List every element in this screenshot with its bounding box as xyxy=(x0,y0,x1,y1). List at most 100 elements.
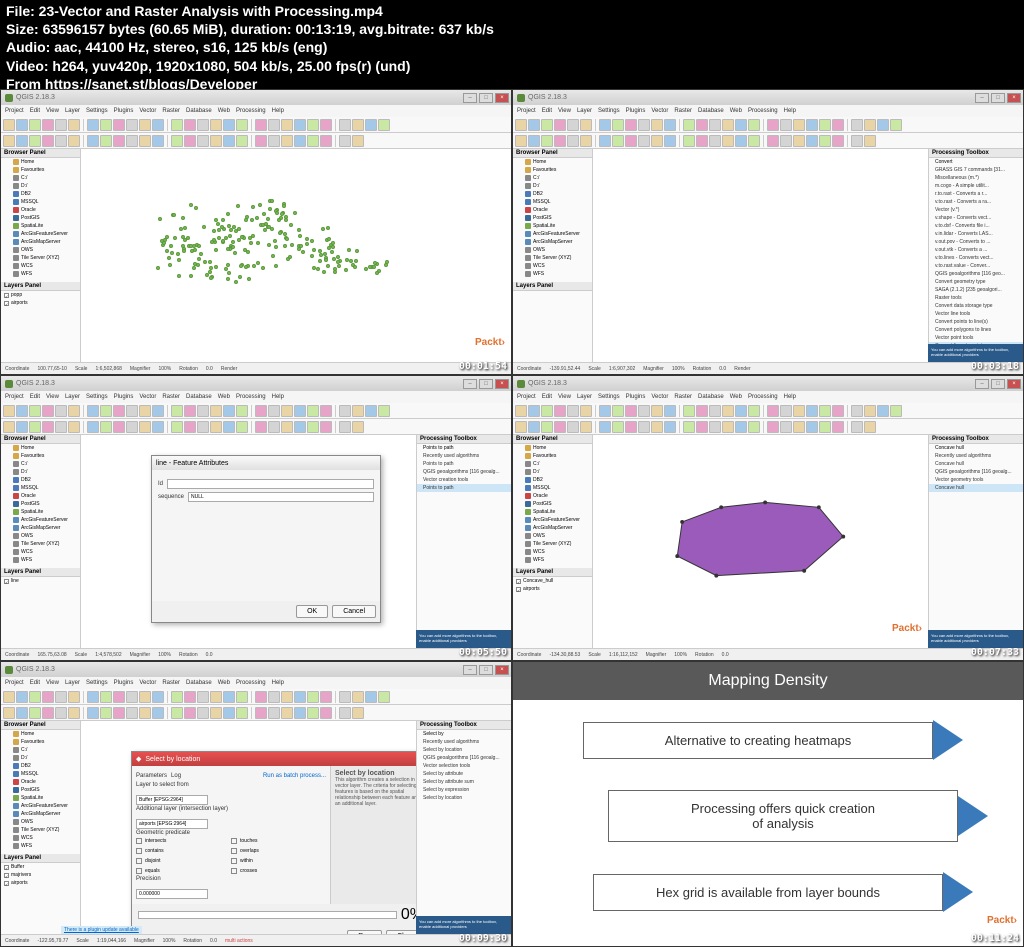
browser-item[interactable]: MSSQL xyxy=(1,484,80,492)
toolbar-icon[interactable] xyxy=(294,421,306,433)
toolbar-icon[interactable] xyxy=(664,135,676,147)
menu-project[interactable]: Project xyxy=(517,108,536,114)
menu-project[interactable]: Project xyxy=(5,394,24,400)
plugin-update-notice[interactable]: There is a plugin update available xyxy=(61,926,142,934)
layer-checkbox[interactable] xyxy=(516,587,521,592)
browser-item[interactable]: ArcGisFeatureServer xyxy=(513,516,592,524)
toolbar-icon[interactable] xyxy=(664,405,676,417)
toolbar-icon[interactable] xyxy=(748,135,760,147)
layer-checkbox[interactable] xyxy=(4,293,9,298)
layer-item[interactable]: airports xyxy=(1,299,80,307)
toolbar-icon[interactable] xyxy=(29,119,41,131)
browser-item[interactable]: SpatiaLite xyxy=(1,794,80,802)
toolbar-icon[interactable] xyxy=(683,135,695,147)
toolbar-icon[interactable] xyxy=(767,405,779,417)
menu-edit[interactable]: Edit xyxy=(542,108,552,114)
toolbar-icon[interactable] xyxy=(748,119,760,131)
toolbar-icon[interactable] xyxy=(851,119,863,131)
toolbar-icon[interactable] xyxy=(352,707,364,719)
toolbar-icon[interactable] xyxy=(68,421,80,433)
toolbar-icon[interactable] xyxy=(126,135,138,147)
toolbar-icon[interactable] xyxy=(864,135,876,147)
toolbar-icon[interactable] xyxy=(223,421,235,433)
minimize-button[interactable]: – xyxy=(463,93,477,103)
toolbar-icon[interactable] xyxy=(139,691,151,703)
toolbar-icon[interactable] xyxy=(42,405,54,417)
menu-database[interactable]: Database xyxy=(186,680,212,686)
toolbar-icon[interactable] xyxy=(152,707,164,719)
precision-input[interactable] xyxy=(136,889,208,899)
toolbar-icon[interactable] xyxy=(735,421,747,433)
browser-item[interactable]: ArcGisMapServer xyxy=(1,238,80,246)
menu-plugins[interactable]: Plugins xyxy=(114,394,134,400)
menu-edit[interactable]: Edit xyxy=(30,108,40,114)
toolbar-icon[interactable] xyxy=(580,135,592,147)
toolbar-icon[interactable] xyxy=(320,691,332,703)
menu-plugins[interactable]: Plugins xyxy=(114,680,134,686)
browser-item[interactable]: SpatiaLite xyxy=(1,222,80,230)
toolbar-icon[interactable] xyxy=(294,691,306,703)
toolbar-icon[interactable] xyxy=(320,421,332,433)
browser-item[interactable]: Home xyxy=(513,444,592,452)
layer-item[interactable]: majrivers xyxy=(1,871,80,879)
toolbar-icon[interactable] xyxy=(42,135,54,147)
browser-item[interactable]: WFS xyxy=(1,842,80,850)
menu-raster[interactable]: Raster xyxy=(674,108,692,114)
toolbar-icon[interactable] xyxy=(722,119,734,131)
toolbar-icon[interactable] xyxy=(16,691,28,703)
menu-help[interactable]: Help xyxy=(784,108,796,114)
toolbar-icon[interactable] xyxy=(567,405,579,417)
toolbar-icon[interactable] xyxy=(599,135,611,147)
toolbar-icon[interactable] xyxy=(851,135,863,147)
toolbar-icon[interactable] xyxy=(126,707,138,719)
browser-item[interactable]: Oracle xyxy=(513,492,592,500)
menu-layer[interactable]: Layer xyxy=(65,394,80,400)
toolbar-icon[interactable] xyxy=(255,691,267,703)
close-button[interactable]: × xyxy=(1007,93,1021,103)
toolbar-icon[interactable] xyxy=(554,421,566,433)
toolbar-icon[interactable] xyxy=(320,119,332,131)
toolbar-icon[interactable] xyxy=(113,691,125,703)
menu-project[interactable]: Project xyxy=(5,108,24,114)
toolbar-icon[interactable] xyxy=(100,119,112,131)
layer-checkbox[interactable] xyxy=(4,301,9,306)
toolbar-icon[interactable] xyxy=(210,421,222,433)
menu-processing[interactable]: Processing xyxy=(748,394,778,400)
toolbar-icon[interactable] xyxy=(352,405,364,417)
toolbar-icon[interactable] xyxy=(767,421,779,433)
menu-layer[interactable]: Layer xyxy=(577,108,592,114)
toolbar-icon[interactable] xyxy=(113,405,125,417)
toolbar-icon[interactable] xyxy=(100,691,112,703)
menu-layer[interactable]: Layer xyxy=(65,108,80,114)
layer-checkbox[interactable] xyxy=(4,881,9,886)
maximize-button[interactable]: □ xyxy=(479,93,493,103)
toolbar-icon[interactable] xyxy=(851,405,863,417)
toolbar-icon[interactable] xyxy=(339,421,351,433)
map-canvas[interactable]: line - Feature Attributes Id sequence xyxy=(81,435,416,648)
browser-item[interactable]: SpatiaLite xyxy=(1,508,80,516)
toolbar-icon[interactable] xyxy=(515,405,527,417)
cancel-button[interactable]: Cancel xyxy=(332,605,376,618)
toolbar-icon[interactable] xyxy=(87,421,99,433)
toolbar-icon[interactable] xyxy=(819,119,831,131)
toolbar-icon[interactable] xyxy=(268,691,280,703)
browser-item[interactable]: C:/ xyxy=(1,174,80,182)
toolbar-icon[interactable] xyxy=(320,405,332,417)
toolbar-icon[interactable] xyxy=(664,421,676,433)
browser-item[interactable]: WCS xyxy=(513,262,592,270)
close-button[interactable]: × xyxy=(495,93,509,103)
toolbar-icon[interactable] xyxy=(541,119,553,131)
toolbar-icon[interactable] xyxy=(352,119,364,131)
layer-item[interactable]: Concave_hull xyxy=(513,577,592,585)
sequence-input[interactable] xyxy=(188,492,374,502)
browser-item[interactable]: Tile Server (XYZ) xyxy=(513,254,592,262)
toolbox-search[interactable]: Convert xyxy=(929,158,1023,166)
menu-vector[interactable]: Vector xyxy=(139,680,156,686)
toolbar-icon[interactable] xyxy=(748,421,760,433)
toolbar-icon[interactable] xyxy=(378,119,390,131)
toolbar-icon[interactable] xyxy=(638,405,650,417)
toolbar-icon[interactable] xyxy=(3,405,15,417)
layer-checkbox[interactable] xyxy=(4,865,9,870)
toolbar-icon[interactable] xyxy=(625,405,637,417)
browser-item[interactable]: WFS xyxy=(513,270,592,278)
